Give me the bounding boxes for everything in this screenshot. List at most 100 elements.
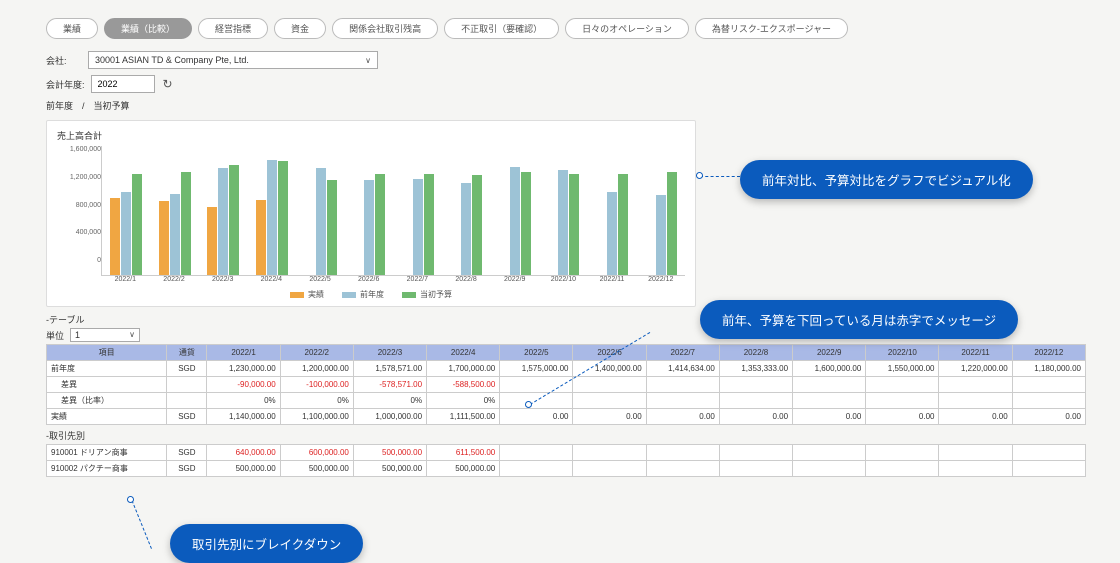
col-header: 2022/6: [573, 345, 646, 361]
tab-6[interactable]: 日々のオペレーション: [565, 18, 689, 39]
partner-table: 910001 ドリアン商事SGD640,000.00600,000.00500,…: [46, 444, 1086, 477]
callout-dot: [127, 496, 134, 503]
cell: [646, 445, 719, 461]
row-label: 910002 パクチー商事: [47, 461, 167, 477]
cell: 0.00: [500, 409, 573, 425]
cell: 1,600,000.00: [793, 361, 866, 377]
col-header: 2022/1: [207, 345, 280, 361]
cell: 0%: [427, 393, 500, 409]
row-label: 910001 ドリアン商事: [47, 445, 167, 461]
row-label: 差異（比率）: [47, 393, 167, 409]
cell: [719, 445, 792, 461]
callout-dot: [696, 172, 703, 179]
callout-leader: [132, 500, 152, 549]
cell: [866, 377, 939, 393]
legend-prev-year: 前年度: [342, 289, 384, 300]
tab-0[interactable]: 業績: [46, 18, 98, 39]
cell: [1012, 445, 1085, 461]
cell: [939, 461, 1012, 477]
col-header: 2022/2: [280, 345, 353, 361]
cell: [573, 445, 646, 461]
chart-x-axis: 2022/12022/22022/32022/42022/52022/62022…: [101, 276, 685, 283]
cell: [793, 393, 866, 409]
legend-actual: 実績: [290, 289, 324, 300]
row-ccy: SGD: [167, 445, 207, 461]
main-table-wrap: 項目通貨2022/12022/22022/32022/42022/52022/6…: [46, 344, 1086, 425]
company-label: 会社:: [46, 54, 82, 67]
main-table: 項目通貨2022/12022/22022/32022/42022/52022/6…: [46, 344, 1086, 425]
col-header: 2022/11: [939, 345, 1012, 361]
bar: [461, 183, 471, 275]
cell: 0.00: [573, 409, 646, 425]
cell: 500,000.00: [353, 461, 426, 477]
year-label: 会計年度:: [46, 78, 85, 91]
row-label: 実績: [47, 409, 167, 425]
year-input[interactable]: [91, 75, 155, 93]
bar: [569, 174, 579, 275]
cell: [1012, 461, 1085, 477]
cell: -100,000.00: [280, 377, 353, 393]
cell: 1,353,333.00: [719, 361, 792, 377]
refresh-icon[interactable]: ↻: [163, 77, 173, 91]
cell: [1012, 377, 1085, 393]
callout-dot: [525, 401, 532, 408]
col-header: 2022/4: [427, 345, 500, 361]
cell: 0.00: [793, 409, 866, 425]
cell: 1,400,000.00: [573, 361, 646, 377]
callout-breakdown: 取引先別にブレイクダウン: [170, 524, 363, 563]
row-label: 差異: [47, 377, 167, 393]
cell: [793, 377, 866, 393]
cell: 0.00: [646, 409, 719, 425]
tab-5[interactable]: 不正取引（要確認）: [444, 18, 559, 39]
row-ccy: SGD: [167, 461, 207, 477]
callout-redmsg: 前年、予算を下回っている月は赤字でメッセージ: [700, 300, 1018, 339]
col-header: 2022/5: [500, 345, 573, 361]
cell: [939, 393, 1012, 409]
unit-value: 1: [75, 330, 80, 340]
bar: [375, 174, 385, 275]
filters-panel: 会社: 30001 ASIAN TD & Company Pte, Ltd. ∨…: [0, 51, 1120, 112]
cell: [866, 445, 939, 461]
cell: -578,571.00: [353, 377, 426, 393]
tab-2[interactable]: 経営指標: [198, 18, 268, 39]
cell: 0.00: [866, 409, 939, 425]
cell: [793, 445, 866, 461]
bar: [159, 201, 169, 275]
cell: 1,230,000.00: [207, 361, 280, 377]
cell: 1,111,500.00: [427, 409, 500, 425]
tab-1[interactable]: 業績（比較）: [104, 18, 192, 39]
callout-graph: 前年対比、予算対比をグラフでビジュアル化: [740, 160, 1033, 199]
bar: [278, 161, 288, 275]
bar: [207, 207, 217, 275]
chevron-down-icon: ∨: [365, 56, 371, 65]
col-header: 通貨: [167, 345, 207, 361]
bar: [424, 174, 434, 275]
row-ccy: SGD: [167, 361, 207, 377]
cell: [939, 445, 1012, 461]
cell: 500,000.00: [427, 461, 500, 477]
chart-legend: 実績 前年度 当初予算: [57, 289, 685, 300]
cell: [1012, 393, 1085, 409]
row-ccy: [167, 393, 207, 409]
cell: 640,000.00: [207, 445, 280, 461]
bar: [607, 192, 617, 275]
company-select[interactable]: 30001 ASIAN TD & Company Pte, Ltd. ∨: [88, 51, 378, 69]
bar: [413, 179, 423, 275]
cell: 1,100,000.00: [280, 409, 353, 425]
cell: [500, 461, 573, 477]
cell: [573, 393, 646, 409]
cell: [866, 393, 939, 409]
bar: [558, 170, 568, 275]
cell: 1,550,000.00: [866, 361, 939, 377]
bar: [364, 180, 374, 275]
chart-card: 売上高合計 1,600,0001,200,000800,000400,0000 …: [46, 120, 696, 307]
tab-7[interactable]: 為替リスク-エクスポージャー: [695, 18, 848, 39]
bar: [521, 172, 531, 275]
bar: [256, 200, 266, 275]
unit-label: 単位: [46, 329, 64, 342]
tab-4[interactable]: 関係会社取引残高: [332, 18, 438, 39]
cell: 1,200,000.00: [280, 361, 353, 377]
cell: 0.00: [1012, 409, 1085, 425]
unit-select[interactable]: 1 ∨: [70, 328, 140, 342]
tab-3[interactable]: 資金: [274, 18, 326, 39]
